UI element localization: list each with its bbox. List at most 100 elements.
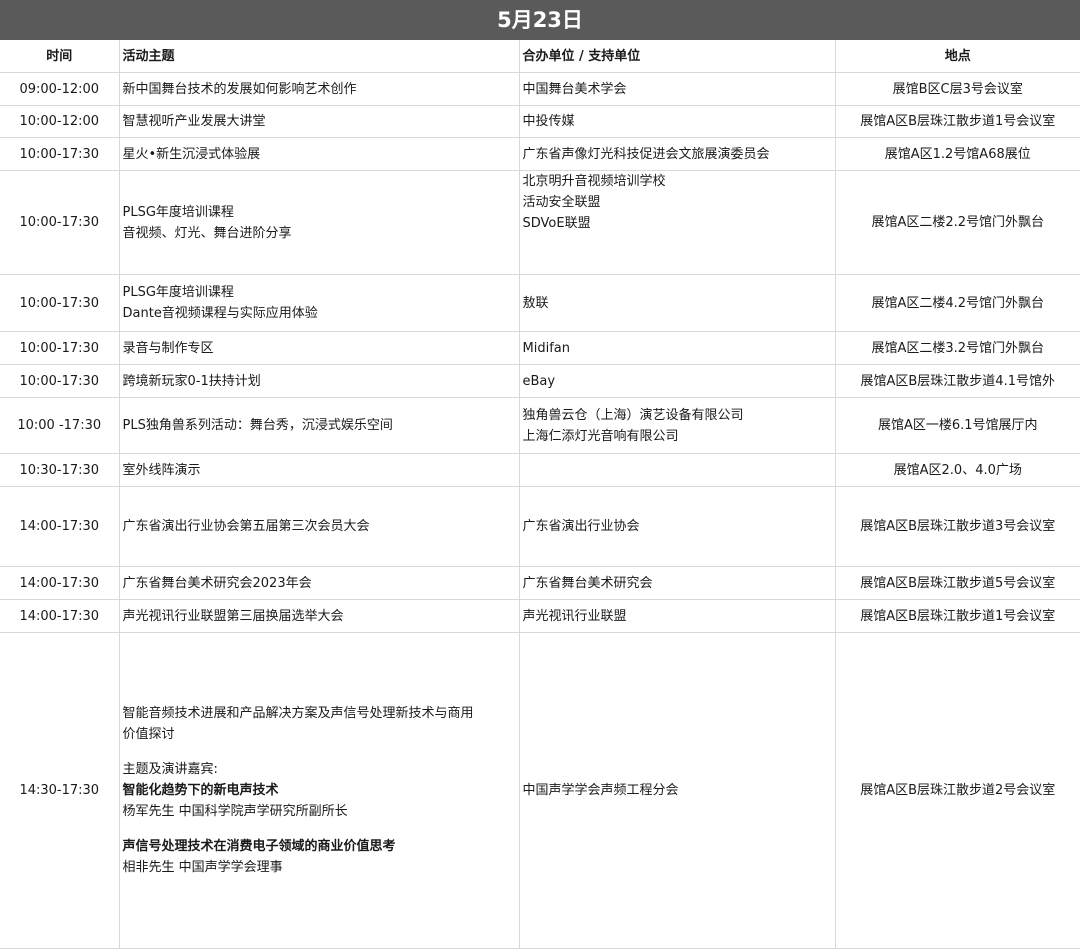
table-row: 10:00-17:30 星火•新生沉浸式体验展 广东省声像灯光科技促进会文旅展演委员…: [0, 137, 1080, 171]
venue-cell: 展馆A区B层珠江散步道3号会议室: [835, 486, 1080, 567]
organizer-line: 广东省舞台美术研究会: [522, 575, 653, 591]
organizer-cell: 广东省声像灯光科技促进会文旅展演委员会: [519, 137, 836, 171]
topic-cell: 新中国舞台技术的发展如何影响艺术创作: [119, 72, 520, 106]
organizer-line: SDVoE联盟: [522, 216, 591, 231]
topic-line: PLSG年度培训课程: [122, 285, 234, 300]
topic-cell: 智能音频技术进展和产品解决方案及声信号处理新技术与商用 价值探讨 主题及演讲嘉宾…: [119, 632, 520, 949]
time-cell: 10:00-17:30: [0, 331, 120, 365]
organizer-line: 中投传媒: [522, 114, 575, 129]
organizer-cell: 敖联: [519, 274, 836, 332]
topic-cell: 跨境新玩家0-1扶持计划: [119, 364, 520, 398]
table-row: 09:00-12:00 新中国舞台技术的发展如何影响艺术创作 中国舞台美术学会 展馆B…: [0, 72, 1080, 106]
talk-speaker: 杨军先生 中国科学院声学研究所副所长: [122, 804, 348, 819]
venue-cell: 展馆A区2.0、4.0广场: [835, 453, 1080, 487]
organizer-line: 敖联: [522, 295, 549, 311]
topic-line: PLSG年度培训课程: [122, 204, 234, 220]
venue-cell: 展馆A区B层珠江散步道2号会议室: [835, 632, 1080, 949]
organizer-cell: 中国舞台美术学会: [519, 72, 836, 106]
organizer-line: eBay: [522, 373, 556, 389]
table-row: 10:00-17:30 录音与制作专区 Midifan 展馆A区二楼3.2号馆门外飘台: [0, 331, 1080, 365]
time-cell: 10:00-17:30: [0, 274, 120, 332]
header-row: 时间 活动主题 合办单位 / 支持单位 地点: [0, 40, 1080, 73]
organizer-line: 广东省声像灯光科技促进会文旅展演委员会: [522, 146, 770, 162]
organizer-line: 声光视讯行业联盟: [522, 608, 627, 624]
table-row: 10:30-17:30 室外线阵演示 展馆A区2.0、4.0广场: [0, 453, 1080, 487]
table-row: 10:00-17:30 PLSG年度培训课程 音视频、灯光、舞台进阶分享 北京明升音视…: [0, 170, 1080, 275]
topic-cell: 智慧视听产业发展大讲堂: [119, 105, 520, 138]
organizer-cell: Midifan: [519, 331, 836, 365]
table-row: 14:00-17:30 声光视讯行业联盟第三届换届选举大会 声光视讯行业联盟 展馆A区…: [0, 599, 1080, 633]
time-cell: 10:00-17:30: [0, 170, 120, 275]
time-cell: 14:30-17:30: [0, 632, 120, 949]
header-organizer: 合办单位 / 支持单位: [519, 40, 836, 73]
topic-line: Dante音视频课程与实际应用体验: [122, 306, 318, 321]
venue-cell: 展馆A区B层珠江散步道4.1号馆外: [835, 364, 1080, 398]
venue-cell: 展馆A区B层珠江散步道1号会议室: [835, 105, 1080, 138]
talk-title: 声信号处理技术在消费电子领域的商业价值思考: [122, 839, 396, 854]
topic-cell: 星火•新生沉浸式体验展: [119, 137, 520, 171]
topic-cell: 广东省舞台美术研究会2023年会: [119, 566, 520, 600]
topic-cell: 声光视讯行业联盟第三届换届选举大会: [119, 599, 520, 633]
organizer-cell: eBay: [519, 364, 836, 398]
organizer-line: 独角兽云仓（上海）演艺设备有限公司: [522, 407, 744, 423]
organizer-cell: 声光视讯行业联盟: [519, 599, 836, 633]
organizer-line: 广东省演出行业协会: [522, 519, 640, 534]
header-time: 时间: [0, 40, 120, 73]
topic-line: 价值探讨: [122, 727, 175, 742]
topic-cell: 录音与制作专区: [119, 331, 520, 365]
venue-cell: 展馆A区B层珠江散步道5号会议室: [835, 566, 1080, 600]
table-row: 10:00 -17:30 PLS独角兽系列活动：舞台秀，沉浸式娱乐空间 独角兽云仓（…: [0, 397, 1080, 454]
organizer-line: 活动安全联盟: [522, 195, 601, 210]
organizer-line: Midifan: [522, 340, 570, 356]
organizer-cell: 北京明升音视频培训学校 活动安全联盟 SDVoE联盟: [519, 170, 836, 275]
topic-line: PLS独角兽系列活动：舞台秀，沉浸式娱乐空间: [122, 418, 393, 433]
table-row: 10:00-17:30 跨境新玩家0-1扶持计划 eBay 展馆A区B层珠江散步道4.…: [0, 364, 1080, 398]
time-cell: 14:00-17:30: [0, 599, 120, 633]
topic-cell: PLS独角兽系列活动：舞台秀，沉浸式娱乐空间: [119, 397, 520, 454]
time-cell: 10:00-17:30: [0, 364, 120, 398]
table-row: 10:00-12:00 智慧视听产业发展大讲堂 中投传媒 展馆A区B层珠江散步道1号会…: [0, 105, 1080, 138]
venue-cell: 展馆B区C层3号会议室: [835, 72, 1080, 106]
topic-cell: 室外线阵演示: [119, 453, 520, 487]
organizer-line: 北京明升音视频培训学校: [522, 174, 666, 189]
organizer-cell: 独角兽云仓（上海）演艺设备有限公司 上海仁添灯光音响有限公司: [519, 397, 836, 454]
schedule-table: 时间 活动主题 合办单位 / 支持单位 地点 09:00-12:00 新中国舞台技…: [0, 40, 1080, 949]
organizer-cell: 广东省演出行业协会: [519, 486, 836, 567]
time-cell: 14:00-17:30: [0, 566, 120, 600]
date-banner: 5月23日: [0, 0, 1080, 40]
topic-cell: PLSG年度培训课程音视频、灯光、舞台进阶分享: [119, 170, 520, 275]
organizer-line: 中国舞台美术学会: [522, 81, 627, 97]
topic-line: 录音与制作专区: [122, 340, 214, 356]
table-row: 14:00-17:30 广东省演出行业协会第五届第三次会员大会 广东省演出行业协会 展…: [0, 486, 1080, 567]
table-row: 10:00-17:30 PLSG年度培训课程 Dante音视频课程与实际应用体验 敖联…: [0, 274, 1080, 332]
venue-cell: 展馆A区二楼3.2号馆门外飘台: [835, 331, 1080, 365]
topic-line: 广东省演出行业协会第五届第三次会员大会: [122, 519, 370, 534]
speakers-label: 主题及演讲嘉宾:: [122, 762, 218, 777]
table-row-final: 14:30-17:30 智能音频技术进展和产品解决方案及声信号处理新技术与商用 …: [0, 632, 1080, 949]
schedule-rows: 09:00-12:00 新中国舞台技术的发展如何影响艺术创作 中国舞台美术学会 展馆B…: [0, 72, 1080, 633]
venue-cell: 展馆A区二楼4.2号馆门外飘台: [835, 274, 1080, 332]
organizer-cell: [519, 453, 836, 487]
venue-cell: 展馆A区B层珠江散步道1号会议室: [835, 599, 1080, 633]
time-cell: 10:00-17:30: [0, 137, 120, 171]
time-cell: 10:00 -17:30: [0, 397, 120, 454]
organizer-cell: 中投传媒: [519, 105, 836, 138]
venue-cell: 展馆A区1.2号馆A68展位: [835, 137, 1080, 171]
time-cell: 09:00-12:00: [0, 72, 120, 106]
time-cell: 10:00-12:00: [0, 105, 120, 138]
topic-line: 音视频、灯光、舞台进阶分享: [122, 225, 292, 241]
topic-line: 声光视讯行业联盟第三届换届选举大会: [122, 608, 344, 624]
organizer-line: 上海仁添灯光音响有限公司: [522, 428, 679, 444]
talk-speaker: 相非先生 中国声学学会理事: [122, 860, 283, 875]
topic-line: 广东省舞台美术研究会2023年会: [122, 575, 312, 591]
venue-cell: 展馆A区二楼2.2号馆门外飘台: [835, 170, 1080, 275]
venue-cell: 展馆A区一楼6.1号馆展厅内: [835, 397, 1080, 454]
topic-line: 跨境新玩家0-1扶持计划: [122, 373, 261, 389]
topic-line: 星火•新生沉浸式体验展: [122, 146, 261, 162]
topic-cell: 广东省演出行业协会第五届第三次会员大会: [119, 486, 520, 567]
talk-title: 智能化趋势下的新电声技术: [122, 783, 279, 798]
time-cell: 10:30-17:30: [0, 453, 120, 487]
topic-line: 智慧视听产业发展大讲堂: [122, 114, 266, 129]
topic-line: 智能音频技术进展和产品解决方案及声信号处理新技术与商用: [122, 706, 474, 721]
organizer-cell: 广东省舞台美术研究会: [519, 566, 836, 600]
